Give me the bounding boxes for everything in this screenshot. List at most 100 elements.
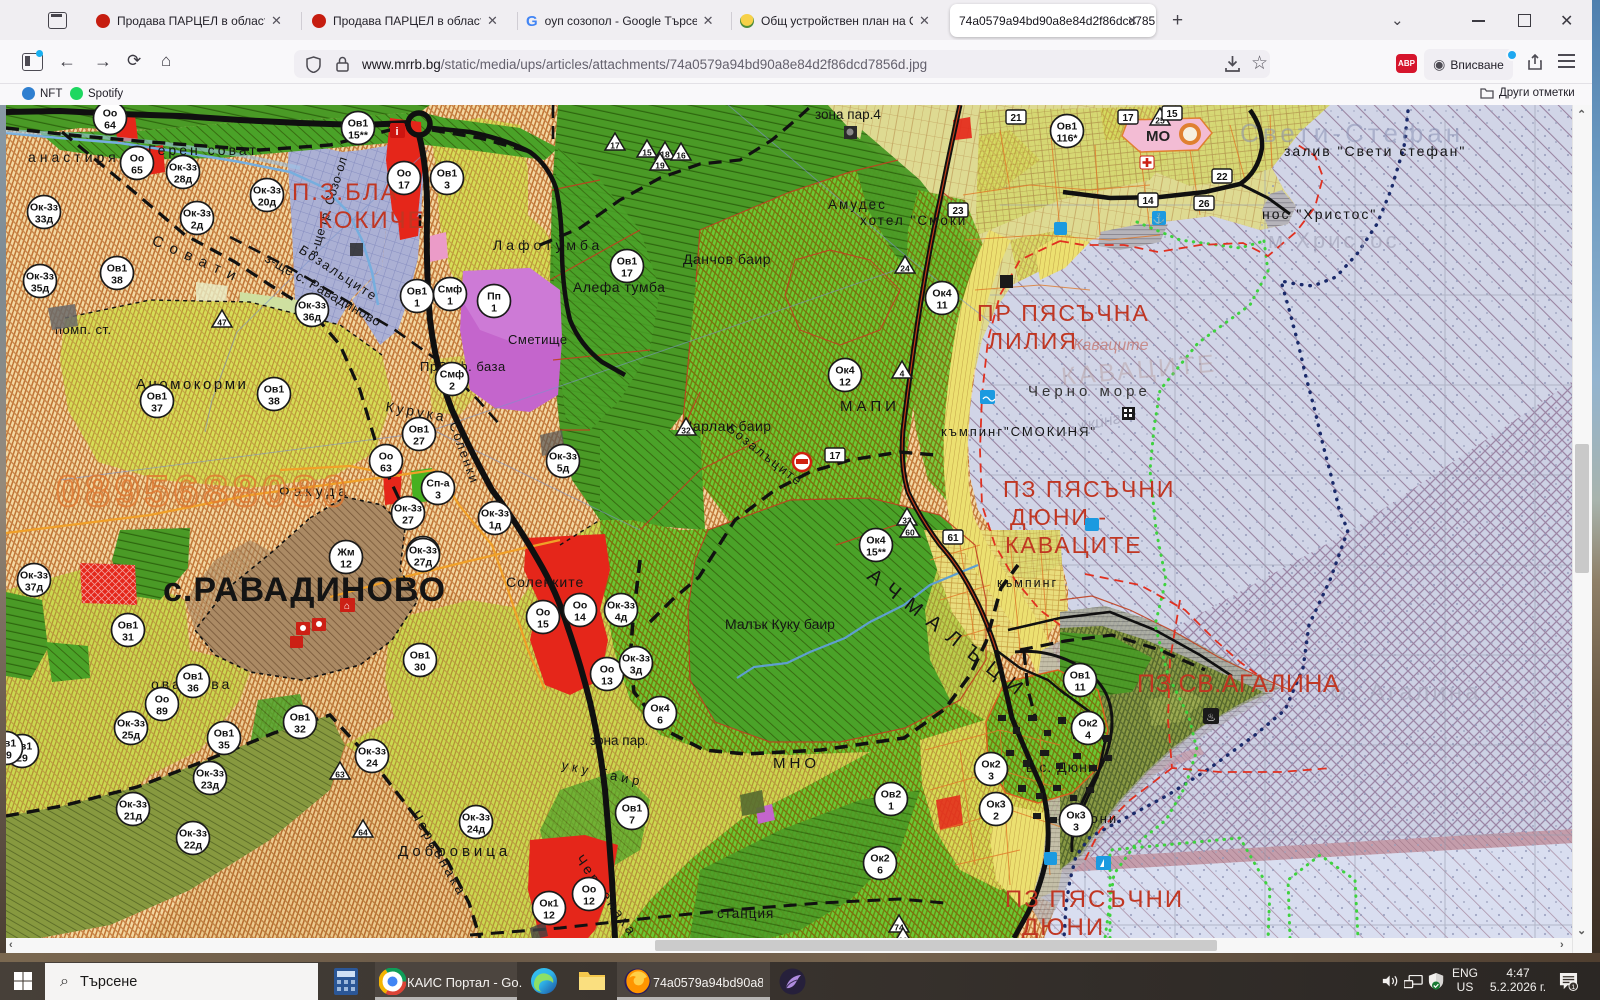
svg-text:Ок-3з: Ок-3з xyxy=(298,300,326,312)
svg-text:24д: 24д xyxy=(467,824,486,836)
svg-text:3: 3 xyxy=(435,490,441,502)
svg-text:Ок-3з: Ок-3з xyxy=(358,746,386,758)
svg-text:63: 63 xyxy=(380,463,392,475)
svg-text:38: 38 xyxy=(111,275,123,287)
svg-text:Оо: Оо xyxy=(600,664,615,676)
svg-text:Сп-а: Сп-а xyxy=(426,478,449,490)
svg-text:36: 36 xyxy=(187,683,199,695)
svg-text:къмпинг: къмпинг xyxy=(997,576,1058,590)
svg-text:i: i xyxy=(395,126,398,138)
svg-text:16: 16 xyxy=(676,151,686,161)
svg-text:14: 14 xyxy=(574,612,586,624)
svg-text:КОКИЧЕ: КОКИЧЕ xyxy=(318,207,426,234)
svg-text:⌂: ⌂ xyxy=(344,601,350,612)
svg-text:15: 15 xyxy=(1166,109,1178,120)
svg-text:89: 89 xyxy=(156,706,168,718)
svg-text:32: 32 xyxy=(681,426,691,436)
svg-text:23д: 23д xyxy=(201,780,220,792)
svg-text:Ок-3з: Ок-3з xyxy=(169,162,197,174)
svg-text:17: 17 xyxy=(829,451,841,462)
svg-text:Ок-3з: Ок-3з xyxy=(179,828,207,840)
svg-text:Ов1: Ов1 xyxy=(1057,121,1078,133)
svg-text:Ов1: Ов1 xyxy=(407,286,428,298)
svg-text:Ов2: Ов2 xyxy=(881,789,902,801)
svg-text:Сметище: Сметище xyxy=(508,332,568,347)
svg-text:14: 14 xyxy=(1142,196,1154,207)
svg-text:17: 17 xyxy=(610,141,620,151)
svg-text:Ок-3з: Ок-3з xyxy=(26,271,54,283)
svg-text:Ов1: Ов1 xyxy=(617,256,638,268)
svg-text:Ок-3з: Ок-3з xyxy=(394,503,422,515)
svg-text:116*: 116* xyxy=(1056,133,1078,145)
svg-text:Ок4: Ок4 xyxy=(866,535,885,547)
svg-text:25д: 25д xyxy=(122,730,141,742)
svg-text:Лафотумба: Лафотумба xyxy=(493,237,603,253)
svg-text:30: 30 xyxy=(414,662,426,674)
svg-text:ПЗ СВ.АГАЛИНА: ПЗ СВ.АГАЛИНА xyxy=(1137,670,1340,698)
svg-text:ПЗ ПЯСЪЧНИ: ПЗ ПЯСЪЧНИ xyxy=(1003,476,1175,502)
svg-text:4: 4 xyxy=(1085,730,1091,742)
svg-text:Ов1: Ов1 xyxy=(437,168,458,180)
svg-text:Каваците: Каваците xyxy=(1073,337,1149,354)
svg-text:Ов1: Ов1 xyxy=(409,424,430,436)
svg-text:11: 11 xyxy=(1074,682,1085,694)
svg-text:12: 12 xyxy=(543,910,555,922)
svg-text:2д: 2д xyxy=(191,220,204,232)
svg-text:1: 1 xyxy=(447,296,453,308)
svg-text:Ок-3з: Ок-3з xyxy=(462,812,490,824)
svg-text:3: 3 xyxy=(988,771,994,783)
svg-text:15: 15 xyxy=(642,148,652,158)
svg-text:Смф: Смф xyxy=(438,284,462,296)
svg-text:ДЮНИ: ДЮНИ xyxy=(1022,914,1105,938)
svg-text:⚓: ⚓ xyxy=(1153,212,1165,225)
svg-text:4д: 4д xyxy=(615,612,628,624)
svg-text:4: 4 xyxy=(900,369,905,379)
svg-text:20д: 20д xyxy=(258,197,277,209)
svg-text:12: 12 xyxy=(839,377,851,389)
svg-text:22д: 22д xyxy=(184,840,203,852)
svg-text:15**: 15** xyxy=(348,130,369,142)
svg-text:37: 37 xyxy=(151,403,163,415)
svg-text:36д: 36д xyxy=(303,312,322,324)
svg-text:Ок-3з: Ок-3з xyxy=(253,185,281,197)
svg-text:Ок3: Ок3 xyxy=(986,799,1005,811)
svg-text:26: 26 xyxy=(1198,199,1210,210)
svg-text:Оо: Оо xyxy=(573,600,588,612)
svg-text:65: 65 xyxy=(131,165,143,177)
svg-text:Оо: Оо xyxy=(379,451,394,463)
svg-text:МО: МО xyxy=(1146,128,1170,145)
svg-text:7: 7 xyxy=(629,815,635,827)
svg-text:м Христос: м Христос xyxy=(1268,228,1400,253)
svg-text:Ов1: Ов1 xyxy=(6,738,16,750)
svg-text:Ов1: Ов1 xyxy=(264,384,285,396)
svg-text:Ок-3з: Ок-3з xyxy=(117,718,145,730)
svg-text:24: 24 xyxy=(366,758,378,770)
svg-text:П.З.БЛА: П.З.БЛА xyxy=(292,179,399,206)
svg-text:64: 64 xyxy=(104,120,116,132)
svg-text:Свети-Стефан: Свети-Стефан xyxy=(1240,118,1464,148)
svg-text:19: 19 xyxy=(655,161,665,171)
svg-text:64: 64 xyxy=(358,828,368,838)
svg-text:Ов1: Ов1 xyxy=(147,391,168,403)
svg-text:зона пар.4: зона пар.4 xyxy=(815,107,881,122)
svg-text:1: 1 xyxy=(1571,984,1575,991)
svg-text:Оо: Оо xyxy=(155,694,170,706)
svg-text:3д: 3д xyxy=(630,665,643,677)
svg-text:28д: 28д xyxy=(174,174,193,186)
svg-text:ПР ПЯСЪЧНА: ПР ПЯСЪЧНА xyxy=(977,300,1150,326)
svg-text:17: 17 xyxy=(621,268,633,280)
svg-text:5д: 5д xyxy=(557,463,570,475)
svg-text:11: 11 xyxy=(936,300,947,312)
svg-text:2: 2 xyxy=(449,381,455,393)
svg-text:♨: ♨ xyxy=(1206,712,1216,724)
svg-text:ЛИЛИЯ: ЛИЛИЯ xyxy=(988,328,1078,354)
svg-text:60: 60 xyxy=(905,528,915,538)
svg-text:33д: 33д xyxy=(35,214,54,226)
svg-text:Амудес: Амудес xyxy=(828,197,887,212)
svg-text:61: 61 xyxy=(947,533,959,544)
svg-text:МАПИ: МАПИ xyxy=(840,398,900,415)
svg-text:Ов1: Ов1 xyxy=(214,728,235,740)
svg-text:Ок-3з: Ок-3з xyxy=(20,570,48,582)
svg-text:Данчов баир: Данчов баир xyxy=(683,251,771,267)
svg-text:23: 23 xyxy=(952,206,964,217)
